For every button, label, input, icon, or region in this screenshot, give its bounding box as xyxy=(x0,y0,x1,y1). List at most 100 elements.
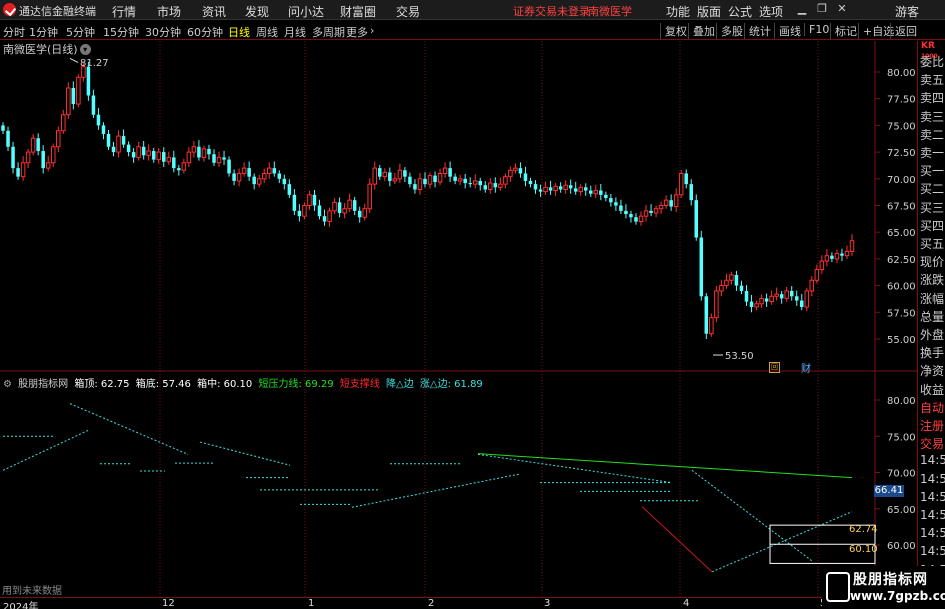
quote-field-5: 卖一 xyxy=(920,146,945,160)
candle-up xyxy=(362,208,367,218)
candle-down xyxy=(91,95,96,115)
candle-down xyxy=(151,151,156,160)
candle-up xyxy=(191,146,197,153)
high-marker xyxy=(69,57,79,63)
quote-field-27: 14:56 xyxy=(920,544,945,559)
quote-field-9: 买四 xyxy=(920,218,945,233)
candle-up xyxy=(332,201,337,212)
watermark-url: www.7gpzb.com xyxy=(850,589,945,603)
candle-down xyxy=(96,114,101,126)
candle-up xyxy=(30,137,36,153)
candle-down xyxy=(177,168,181,171)
ind-ytick-label: 65.00 xyxy=(887,505,916,516)
main-ytick-label: 65.00 xyxy=(887,228,916,239)
candle-up xyxy=(638,215,644,223)
candle-down xyxy=(197,146,201,158)
quote-field-23: 14:55 xyxy=(920,471,945,486)
candle-down xyxy=(403,170,407,177)
indicator-name[interactable]: 股朋指标网 xyxy=(18,379,68,390)
candle-down xyxy=(172,157,176,169)
falling-segment xyxy=(69,403,189,455)
main-ytick-label: 77.50 xyxy=(887,95,916,106)
right-quote-panel: KR 1000 委比 卖五 卖四 卖三 卖二 卖一 买一 买二 买三 买四 买五 现价 涨跌 涨幅 总量 外盘换… xyxy=(917,41,945,609)
candle-down xyxy=(699,237,704,297)
ind-ytick-label: 70.00 xyxy=(887,469,916,480)
candle-down xyxy=(573,188,578,192)
main-chart-title[interactable]: 南微医学(日线) ▾ xyxy=(3,41,91,57)
candle-down xyxy=(126,144,131,153)
legend-short-support: 短支撑线 xyxy=(339,379,380,390)
candle-up xyxy=(327,210,332,223)
legend-box-mid: 箱中: 60.10 xyxy=(197,379,253,390)
ind-ytick-label: 80.00 xyxy=(887,396,916,407)
quote-field-19: 自动 xyxy=(920,400,945,415)
quote-field-18: 收益 xyxy=(920,382,945,397)
candle-down xyxy=(749,301,754,307)
quote-field-8: 买三 xyxy=(920,200,945,215)
main-ytick-label: 75.00 xyxy=(887,121,916,132)
candle-down xyxy=(86,66,91,96)
candle-up xyxy=(347,199,352,210)
candle-up xyxy=(513,167,518,171)
candle-down xyxy=(423,178,427,185)
indicator-legend: ⚙ 股朋指标网 箱顶: 62.75 箱底: 57.46 箱中: 60.10 短压… xyxy=(3,375,486,390)
candle-up xyxy=(824,255,830,262)
candle-down xyxy=(388,172,392,181)
candle-down xyxy=(840,253,844,256)
short-support-line xyxy=(641,506,713,573)
candle-up xyxy=(116,135,121,153)
current-value-badge: 66.41 xyxy=(874,485,904,497)
candle-up xyxy=(146,150,151,156)
quote-field-13: 涨幅 xyxy=(920,291,945,306)
quote-field-15: 外盘 xyxy=(920,328,945,342)
quote-field-7: 买二 xyxy=(920,182,945,197)
rising-segment xyxy=(351,473,521,508)
candle-up xyxy=(181,162,187,171)
quote-field-24: 14:56 xyxy=(920,489,945,504)
main-chart-title-text: 南微医学(日线) xyxy=(3,43,78,56)
box-top-label: 62.74 xyxy=(849,524,878,535)
candle-down xyxy=(297,210,302,217)
falling-segment xyxy=(691,469,813,562)
chart-canvas[interactable]: 80.00 77.50 75.00 72.50 70.00 67.50 65.00 62.50… xyxy=(0,0,917,609)
quote-field-3: 卖三 xyxy=(920,109,945,124)
candle-down xyxy=(830,255,834,259)
quote-field-25: 14:56 xyxy=(920,508,945,522)
quote-field-20: 注册 xyxy=(920,419,945,433)
time-axis: 2024年 12 1 2 3 4 5 xyxy=(0,597,917,609)
finance-tag[interactable]: 财 xyxy=(801,360,811,375)
candle-up xyxy=(709,317,714,335)
candle-down xyxy=(101,125,106,134)
candle-up xyxy=(201,148,207,158)
chevron-down-icon[interactable]: ▾ xyxy=(79,44,91,55)
candle-up xyxy=(759,297,764,305)
candle-up xyxy=(241,167,247,174)
main-ytick-label: 57.50 xyxy=(887,308,916,319)
candle-down xyxy=(528,180,533,185)
candle-up xyxy=(729,274,734,281)
candle-down xyxy=(287,184,292,195)
high-price-label: 81.27 xyxy=(80,58,109,69)
candle-up xyxy=(643,210,649,217)
quote-field-22: 14:55 xyxy=(920,453,945,468)
candle-down xyxy=(583,187,588,191)
candle-up xyxy=(543,186,548,193)
candle-up xyxy=(508,169,513,178)
indicator-gear-icon[interactable]: ⚙ xyxy=(3,379,12,390)
quote-field-16: 换手 xyxy=(920,346,945,361)
watermark-logo-icon xyxy=(826,572,850,602)
candle-up xyxy=(166,156,172,163)
event-tag-icon[interactable]: 回 xyxy=(769,362,780,373)
candle-up xyxy=(367,183,372,210)
time-label-2: 2 xyxy=(428,598,435,609)
candle-up xyxy=(503,176,508,185)
candle-up xyxy=(256,178,262,185)
candle-down xyxy=(408,176,412,185)
candle-up xyxy=(553,185,558,192)
time-label-3: 3 xyxy=(544,598,551,609)
ind-ytick-label: 60.00 xyxy=(887,541,916,552)
candle-down xyxy=(478,180,483,186)
candle-down xyxy=(131,152,136,158)
candle-up xyxy=(45,162,51,169)
candle-up xyxy=(397,169,403,180)
